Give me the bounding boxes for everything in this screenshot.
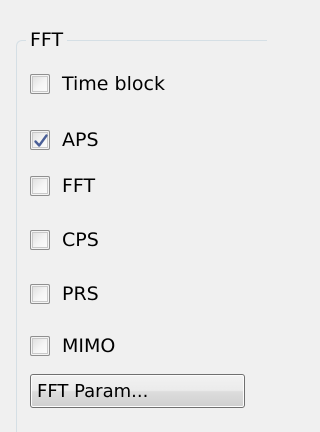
time-block-label[interactable]: Time block xyxy=(62,72,165,96)
mimo-label[interactable]: MIMO xyxy=(62,334,115,358)
groupbox-title: FFT xyxy=(26,28,68,52)
time-block-option[interactable]: Time block xyxy=(30,68,165,100)
mimo-option[interactable]: MIMO xyxy=(30,330,115,362)
fft-checkbox[interactable] xyxy=(30,176,50,196)
aps-checkbox[interactable] xyxy=(30,130,50,150)
cps-option[interactable]: CPS xyxy=(30,224,99,256)
fft-option[interactable]: FFT xyxy=(30,170,95,202)
cps-checkbox[interactable] xyxy=(30,230,50,250)
prs-option[interactable]: PRS xyxy=(30,278,99,310)
time-block-checkbox[interactable] xyxy=(30,74,50,94)
cps-label[interactable]: CPS xyxy=(62,228,99,252)
fft-param-button[interactable]: FFT Param... xyxy=(30,374,245,408)
aps-option[interactable]: APS xyxy=(30,124,99,156)
prs-checkbox[interactable] xyxy=(30,284,50,304)
checkmark-icon xyxy=(34,134,48,147)
prs-label[interactable]: PRS xyxy=(62,282,99,306)
aps-label[interactable]: APS xyxy=(62,128,99,152)
fft-label[interactable]: FFT xyxy=(62,174,95,198)
mimo-checkbox[interactable] xyxy=(30,336,50,356)
